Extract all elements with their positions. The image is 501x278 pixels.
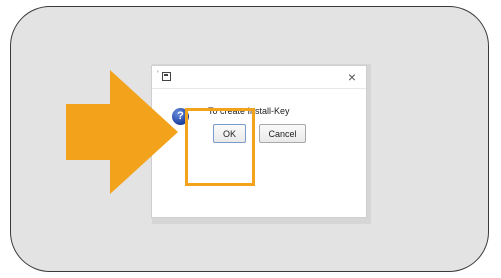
confirm-dialog: ' × ? To create Install-Key OK Cancel: [151, 65, 367, 218]
highlight-box: [185, 108, 255, 186]
cancel-button[interactable]: Cancel: [259, 124, 306, 143]
arrow-right-icon: [66, 70, 178, 194]
close-icon[interactable]: ×: [348, 69, 356, 85]
dialog-titlebar: ' ×: [152, 66, 366, 89]
